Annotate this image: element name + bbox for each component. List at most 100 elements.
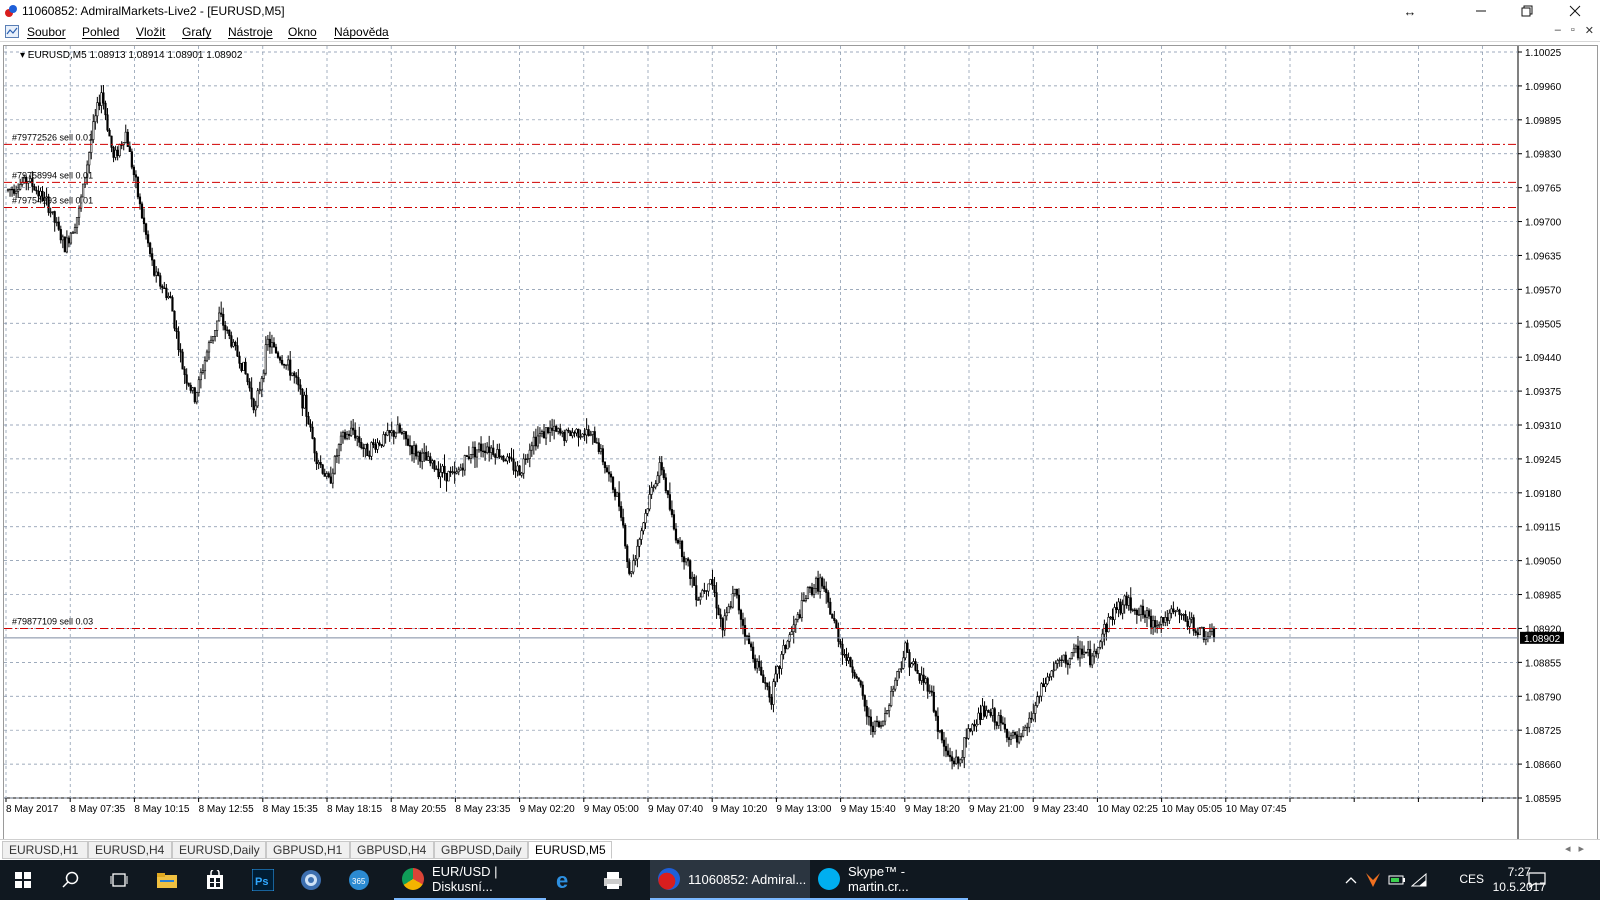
candle-body <box>431 460 434 464</box>
mdi-minimize-icon[interactable]: – <box>1555 24 1561 37</box>
store-icon[interactable] <box>192 860 238 900</box>
candle-body <box>969 728 972 732</box>
candle-body <box>553 425 556 431</box>
minimize-button[interactable] <box>1458 0 1504 22</box>
tab-gbpusd-h4[interactable]: GBPUSD,H4 <box>350 841 434 859</box>
candle-body <box>863 695 866 707</box>
candle-body <box>309 423 312 428</box>
tab-eurusd-m5[interactable]: EURUSD,M5 <box>528 841 612 859</box>
tab-scroll-arrows-icon[interactable]: ◂▸ <box>1565 842 1592 855</box>
menu-vlozit[interactable]: Vložit <box>136 25 165 39</box>
price-chart[interactable]: #79772526 sell 0.01 #79758994 sell 0.01 #7… <box>4 46 1597 839</box>
candle-body <box>920 674 923 681</box>
candle-body <box>613 489 617 497</box>
candle-body <box>140 203 144 219</box>
notification-center-icon[interactable] <box>1514 860 1560 900</box>
candle-body <box>851 666 854 673</box>
candle-body <box>1078 648 1082 659</box>
candle-body <box>354 429 357 439</box>
candle-body <box>1180 614 1183 616</box>
chart-window-icon[interactable] <box>5 25 19 38</box>
language-indicator[interactable]: CES <box>1459 872 1484 886</box>
candle-body <box>175 327 178 332</box>
candle-body <box>179 349 182 353</box>
candle-body <box>624 525 627 547</box>
candle-body <box>213 330 217 337</box>
candle-body <box>640 530 643 540</box>
candle-body <box>674 528 678 541</box>
file-explorer-icon[interactable] <box>144 860 190 900</box>
candle-body <box>601 448 604 463</box>
candle-body <box>260 378 263 391</box>
photoshop-icon[interactable]: Ps <box>240 860 286 900</box>
candle-body <box>1107 616 1110 633</box>
candle-body <box>473 446 477 458</box>
taskbar-app-label: EUR/USD | Diskusní... <box>432 864 498 894</box>
time-axis: 8 May 2017 8 May 07:35 8 May 10:15 8 May 12… <box>5 798 1484 815</box>
browser-app-icon[interactable] <box>288 860 334 900</box>
taskbar-app-chrome[interactable]: EUR/USD | Diskusní... <box>394 860 546 900</box>
candle-body <box>571 432 574 437</box>
candle-body <box>575 428 578 434</box>
battery-icon[interactable] <box>1386 860 1408 900</box>
menu-napoveda[interactable]: Nápověda <box>334 25 389 39</box>
candle-body <box>159 275 162 287</box>
taskbar-app-skype[interactable]: Skype™ - martin.cr... <box>810 860 968 900</box>
candle-body <box>883 713 887 722</box>
candle-body <box>760 666 763 676</box>
candle-body <box>12 189 16 194</box>
candle-body <box>1030 717 1033 720</box>
candle-body <box>299 384 302 390</box>
restore-button[interactable] <box>1504 0 1550 22</box>
price-tick-label: 1.09180 <box>1525 489 1562 500</box>
menu-nastroje[interactable]: Nástroje <box>228 25 273 39</box>
candle-body <box>33 186 36 191</box>
candle-body <box>49 211 52 214</box>
search-icon[interactable] <box>48 860 94 900</box>
candle-body <box>1176 609 1179 612</box>
candle-body <box>187 382 190 386</box>
candle-body <box>402 431 406 434</box>
taskbar-app-metatrader[interactable]: 11060852: Admiral... <box>650 860 810 900</box>
time-tick-label: 9 May 07:40 <box>648 804 703 815</box>
tab-eurusd-h1[interactable]: EURUSD,H1 <box>2 841 88 859</box>
price-tick-label: 1.09245 <box>1525 455 1562 466</box>
candle-body <box>532 436 535 447</box>
tab-eurusd-h4[interactable]: EURUSD,H4 <box>88 841 172 859</box>
tray-app-icon[interactable] <box>1362 860 1384 900</box>
tab-gbpusd-h1[interactable]: GBPUSD,H1 <box>266 841 350 859</box>
tray-expand-icon[interactable] <box>1340 860 1362 900</box>
candle-body <box>1196 632 1199 636</box>
candle-body <box>894 679 897 690</box>
candle-body <box>1084 651 1088 654</box>
candle-body <box>1115 607 1118 610</box>
tab-eurusd-daily[interactable]: EURUSD,Daily <box>172 841 266 859</box>
candle-body <box>973 724 976 727</box>
windows-start-icon[interactable] <box>0 860 46 900</box>
edge-icon[interactable]: e <box>542 860 588 900</box>
menu-grafy[interactable]: Grafy <box>182 25 211 39</box>
tab-gbpusd-daily[interactable]: GBPUSD,Daily <box>434 841 528 859</box>
candle-body <box>439 472 442 478</box>
wifi-icon[interactable] <box>1408 860 1430 900</box>
move-window-icon[interactable]: ↔ <box>1395 0 1425 22</box>
menu-soubor[interactable]: Soubor <box>27 25 66 39</box>
chart-window[interactable]: #79772526 sell 0.01 #79758994 sell 0.01 #7… <box>3 45 1598 840</box>
task-view-icon[interactable] <box>96 860 142 900</box>
menu-pohled[interactable]: Pohled <box>82 25 119 39</box>
time-tick-label: 9 May 21:00 <box>969 804 1024 815</box>
candle-body <box>412 445 416 455</box>
candle-body <box>451 471 454 473</box>
candle-body <box>770 696 773 705</box>
menu-okno[interactable]: Okno <box>288 25 317 39</box>
app-icon-blue[interactable]: 365 <box>336 860 382 900</box>
candle-body <box>177 331 180 350</box>
candle-body <box>343 432 347 439</box>
close-button[interactable] <box>1552 0 1598 22</box>
printer-app-icon[interactable] <box>590 860 636 900</box>
mdi-restore-icon[interactable]: ▫ <box>1571 24 1575 37</box>
mdi-close-icon[interactable]: ✕ <box>1585 24 1594 37</box>
candle-body <box>378 442 381 445</box>
time-tick-label: 8 May 07:35 <box>70 804 125 815</box>
candle-body <box>1074 645 1078 650</box>
